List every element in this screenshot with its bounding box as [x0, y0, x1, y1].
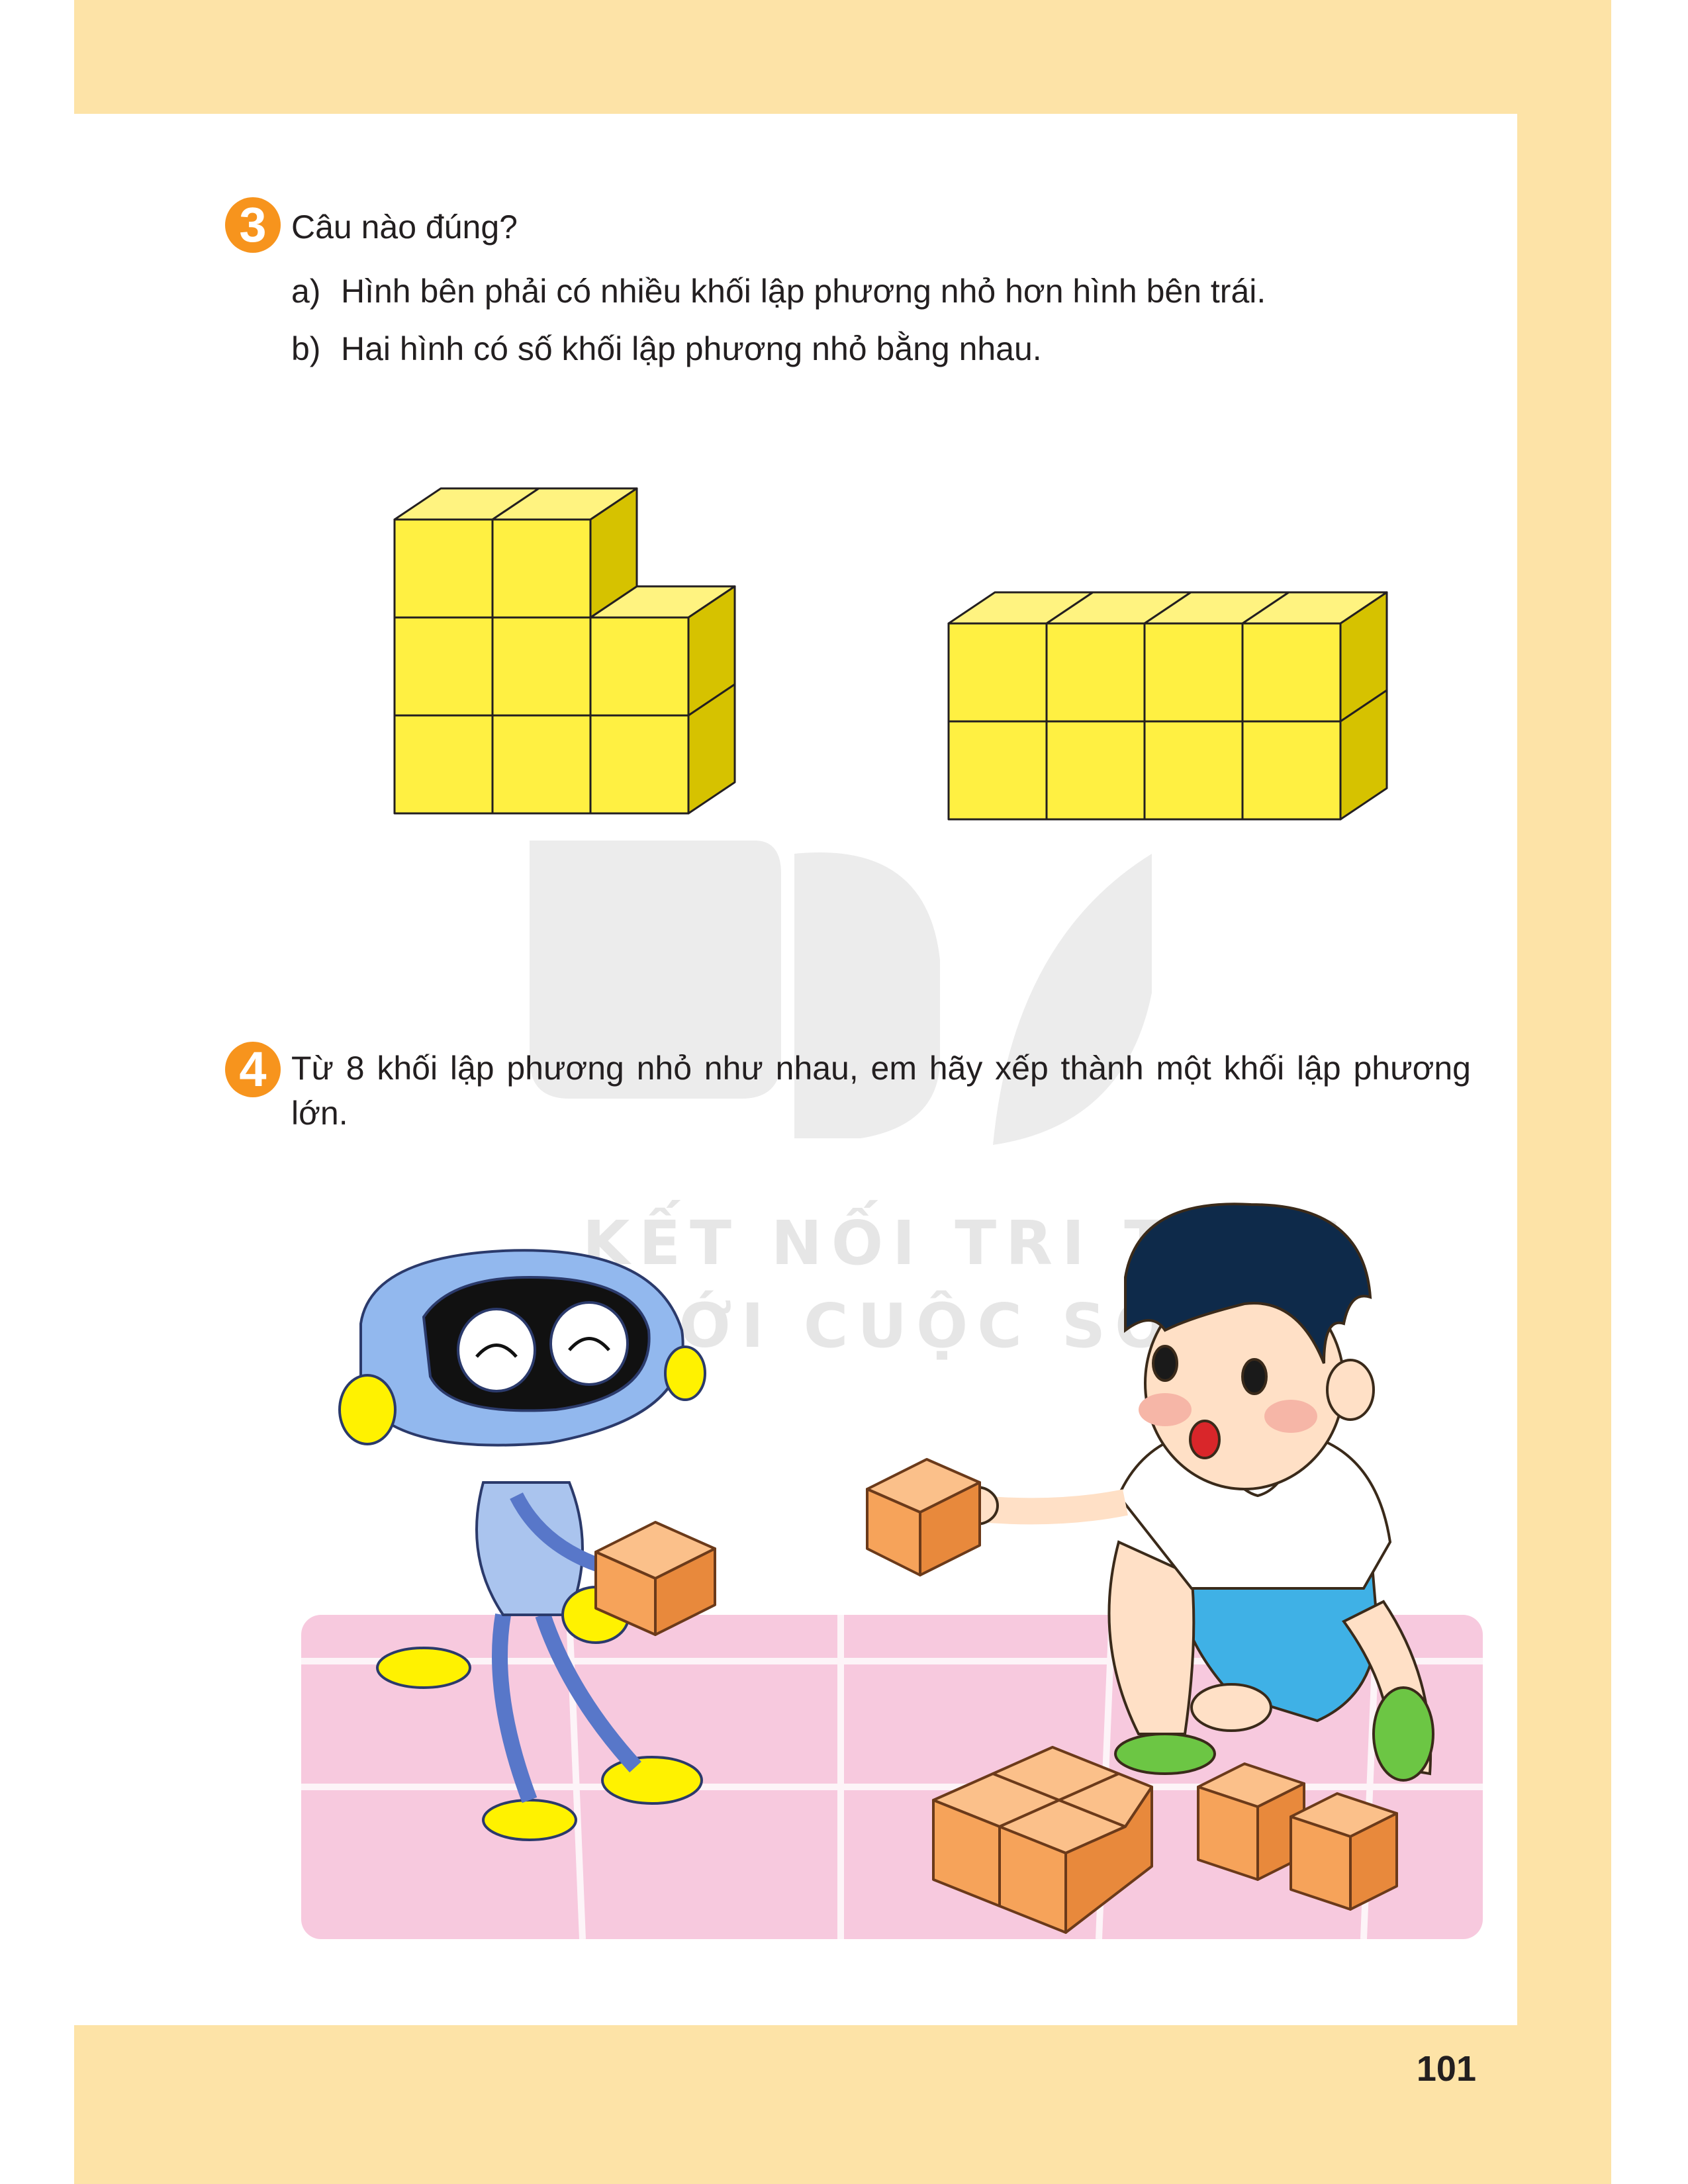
floor-cube-single-2 — [1289, 1792, 1398, 1911]
floor-cube-single-1 — [1197, 1762, 1305, 1881]
boy-orange-cube — [866, 1458, 981, 1576]
page-number: 101 — [1416, 2049, 1476, 2089]
illustration-scene — [301, 1203, 1483, 1940]
